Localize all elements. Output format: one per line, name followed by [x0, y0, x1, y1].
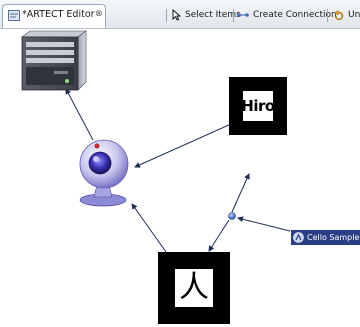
toolbar-separator: [327, 9, 328, 22]
toolbar-separator: [166, 9, 167, 22]
hiro-marker[interactable]: Hiro: [229, 77, 287, 135]
tab-artect-editor[interactable]: *ARTECT Editor ⊗: [2, 4, 106, 28]
connection-cello-to-junction[interactable]: [237, 216, 291, 232]
toolbar-separator: [233, 9, 234, 22]
junction-dot-icon[interactable]: [228, 212, 236, 220]
connection-hiro-to-webcam[interactable]: [134, 123, 232, 168]
pointer-arrow-icon: [172, 9, 181, 21]
close-icon[interactable]: ⊗: [95, 9, 103, 19]
editor-icon: [8, 10, 20, 21]
editor-titlebar: *ARTECT Editor ⊗ Select Items Create Con…: [0, 0, 360, 29]
cello-icon: [293, 232, 304, 243]
hiro-marker-inner: Hiro: [241, 91, 275, 121]
connection-webcam-to-computer[interactable]: [65, 88, 94, 141]
create-connection-button[interactable]: Create Connection: [237, 7, 337, 23]
kanji-marker-inner: 人: [175, 269, 213, 307]
cello-sample-node[interactable]: Cello Sample: [291, 230, 360, 245]
connection-icon: [237, 13, 249, 17]
webcam-icon[interactable]: [79, 139, 129, 207]
cello-sample-label: Cello Sample: [307, 233, 360, 242]
tab-title: *ARTECT Editor: [22, 9, 95, 20]
undo-icon: [334, 9, 344, 20]
kanji-marker-label: 人: [179, 270, 209, 305]
create-connection-label: Create Connection: [253, 10, 337, 20]
undo-button[interactable]: Undo: [333, 7, 360, 23]
computer-tower-icon[interactable]: [21, 30, 87, 91]
connection-junction-to-kanji[interactable]: [208, 219, 230, 252]
select-items-button[interactable]: Select Items: [172, 7, 241, 23]
kanji-marker[interactable]: 人: [158, 252, 230, 324]
undo-label: Undo: [348, 10, 360, 20]
connection-kanji-to-webcam[interactable]: [131, 203, 167, 253]
hiro-marker-label: Hiro: [241, 97, 275, 115]
connection-junction-to-hiro[interactable]: [231, 173, 250, 213]
diagram-canvas[interactable]: Hiro 人 Cello Sample: [0, 29, 360, 327]
